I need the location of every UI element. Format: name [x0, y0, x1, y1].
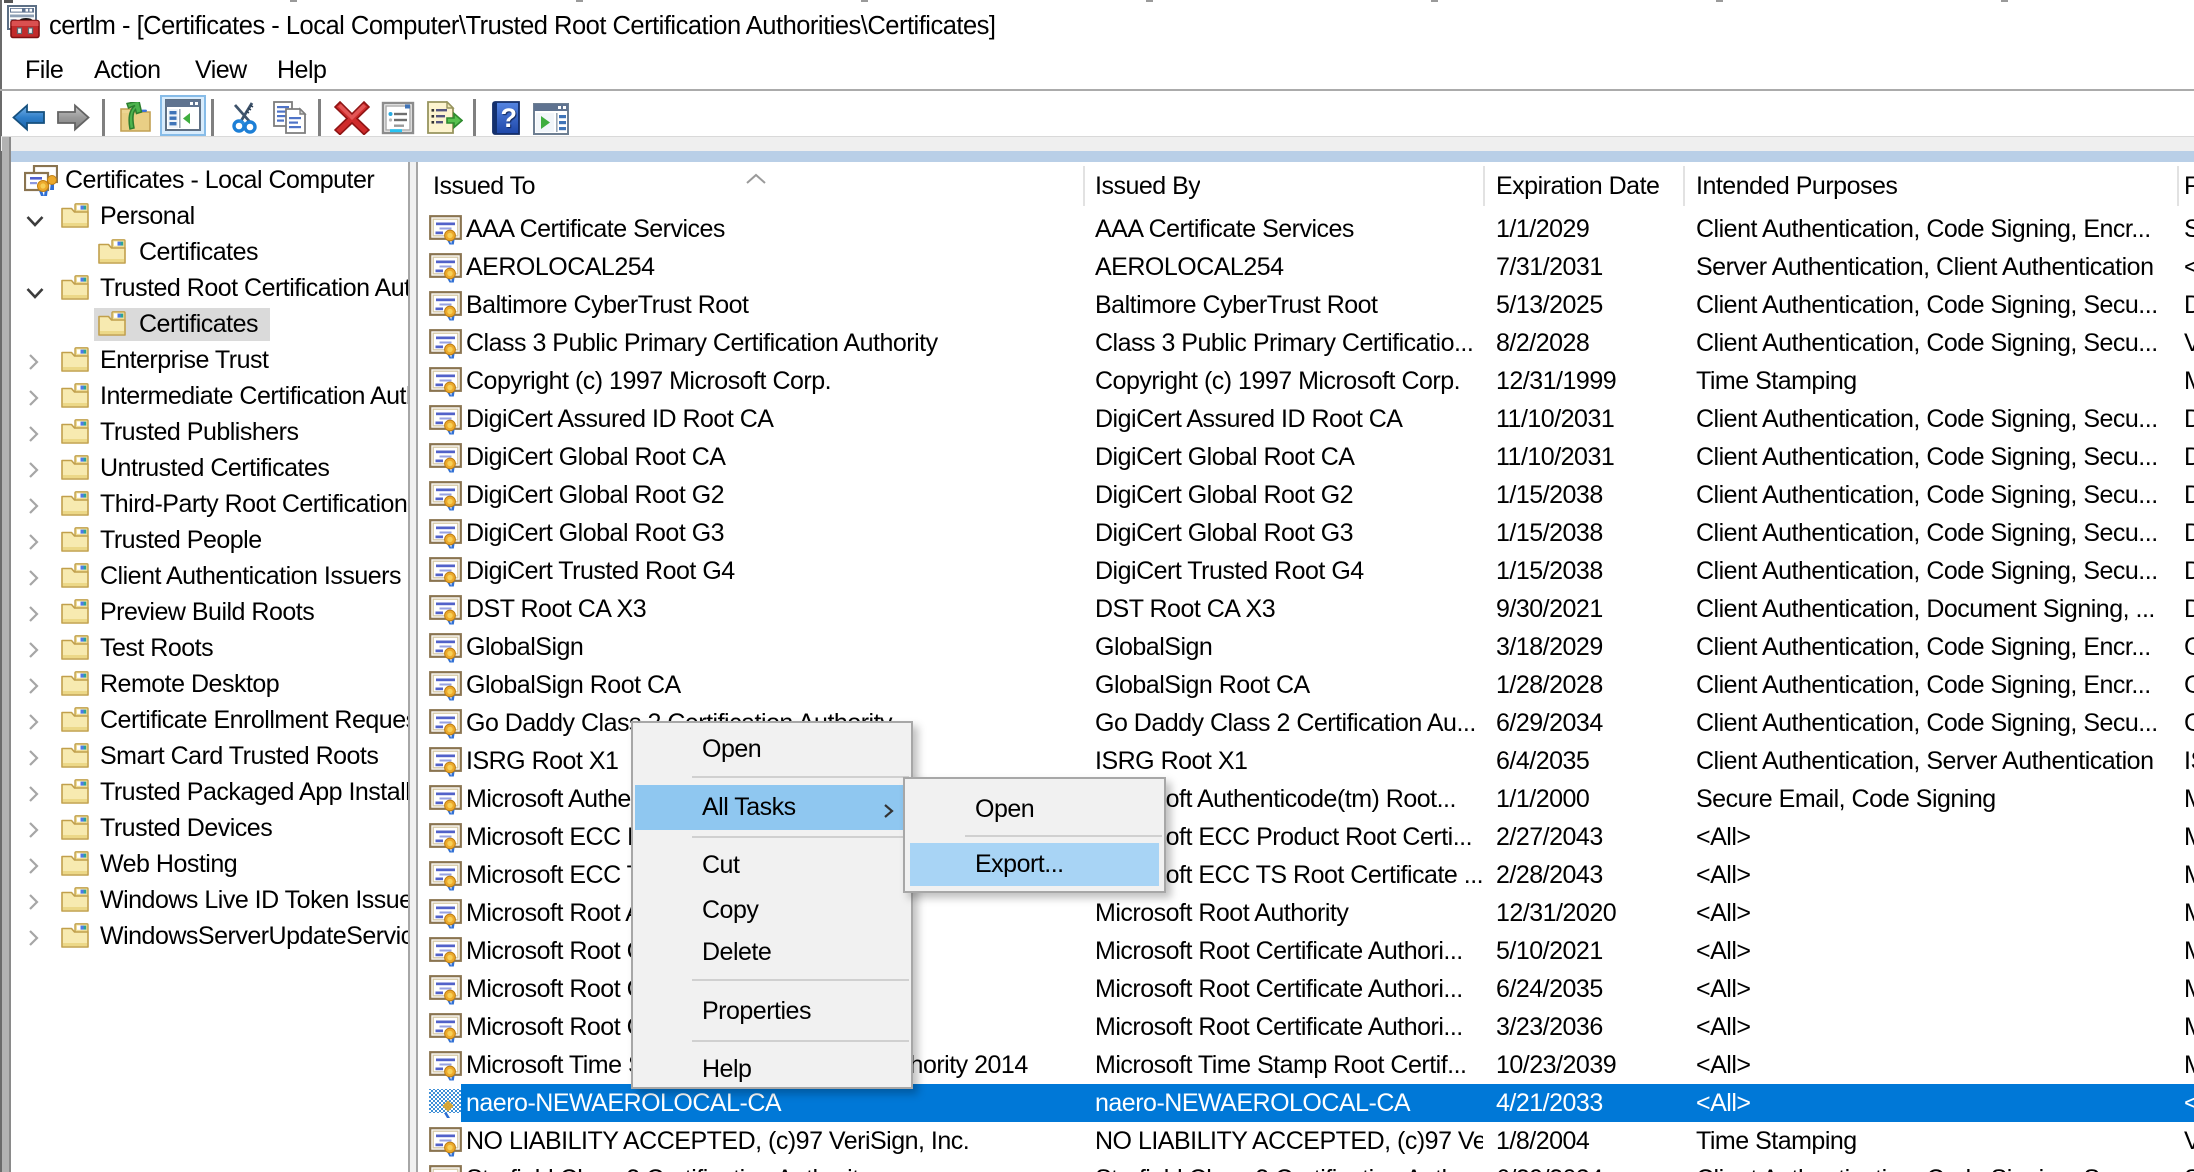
svg-text:?: ? — [501, 103, 517, 133]
